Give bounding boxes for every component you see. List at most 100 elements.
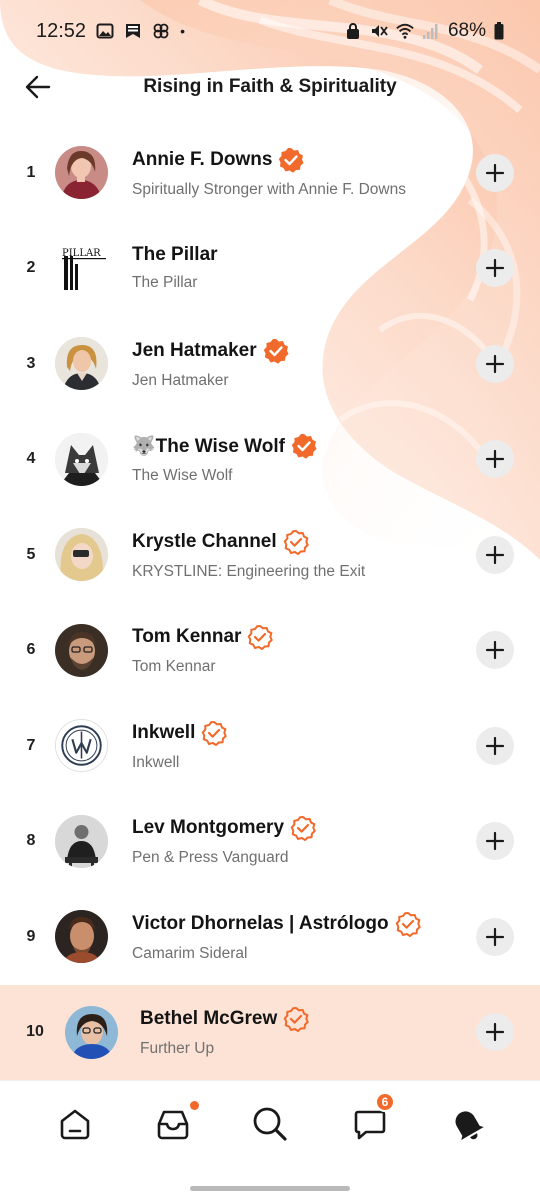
verified-badge-icon — [263, 338, 289, 364]
nav-chat[interactable]: 6 — [345, 1092, 395, 1149]
nav-home[interactable] — [50, 1099, 100, 1149]
pinwheel-icon — [153, 23, 169, 39]
subscribe-button[interactable] — [476, 344, 514, 383]
list-item[interactable]: 4 🐺The Wise Wolf The Wise Wolf — [0, 412, 540, 508]
status-time: 12:52 — [36, 19, 87, 42]
chat-count-badge: 6 — [375, 1092, 395, 1112]
list-item[interactable]: 6 Tom Kennar Tom Kennar — [0, 603, 540, 699]
rank-number: 1 — [26, 163, 36, 181]
avatar[interactable] — [55, 814, 108, 868]
avatar[interactable] — [55, 432, 108, 486]
publication-name: The Pillar — [132, 274, 198, 292]
plus-icon — [485, 545, 505, 564]
bell-icon — [455, 1111, 484, 1141]
rank-number: 4 — [26, 450, 36, 468]
plus-icon — [485, 641, 505, 660]
creator-name[interactable]: Lev Montgomery — [132, 817, 284, 839]
avatar[interactable]: PILLAR — [55, 241, 108, 295]
list-item[interactable]: 2 PILLAR The Pillar The Pillar — [0, 221, 540, 317]
mute-icon — [371, 25, 388, 37]
avatar[interactable] — [55, 146, 108, 200]
subscribe-button[interactable] — [476, 917, 514, 956]
subscribe-button[interactable] — [476, 1013, 514, 1052]
publication-name: KRYSTLINE: Engineering the Exit — [132, 562, 366, 580]
avatar[interactable] — [55, 910, 108, 964]
bottom-nav: 6 — [0, 1080, 540, 1200]
list-item[interactable]: 7 Inkwell Inkwell — [0, 698, 540, 794]
creator-name[interactable]: 🐺The Wise Wolf — [132, 434, 285, 458]
verified-badge-outline-icon — [283, 529, 309, 555]
inbox-unread-dot — [190, 1101, 199, 1110]
list-item[interactable]: 8 Lev Montgomery Pen & Press Vanguard — [0, 794, 540, 890]
plus-icon — [485, 354, 505, 373]
avatar[interactable] — [55, 337, 108, 391]
status-dot: • — [180, 23, 185, 39]
bookmark-icon — [126, 24, 141, 38]
creator-name[interactable]: The Pillar — [132, 244, 218, 266]
rank-number: 7 — [26, 736, 36, 754]
rank-number: 8 — [26, 832, 36, 850]
home-indicator — [190, 1186, 350, 1191]
publication-name: Inkwell — [132, 753, 180, 771]
rank-number: 2 — [26, 259, 36, 277]
lock-icon — [346, 23, 359, 39]
list-item[interactable]: 3 Jen Hatmaker Jen Hatmaker — [0, 316, 540, 412]
inbox-icon — [157, 1110, 189, 1140]
rank-number: 6 — [26, 641, 36, 659]
subscribe-button[interactable] — [476, 822, 514, 861]
subscribe-button[interactable] — [476, 249, 514, 288]
nav-inbox[interactable] — [148, 1099, 199, 1149]
nav-activity[interactable] — [442, 1099, 492, 1149]
rank-number: 5 — [26, 545, 36, 563]
verified-badge-icon — [279, 147, 304, 173]
plus-icon — [485, 832, 505, 851]
avatar[interactable] — [55, 528, 108, 582]
avatar[interactable] — [65, 1005, 118, 1059]
nav-search[interactable] — [245, 1099, 295, 1149]
subscribe-button[interactable] — [476, 440, 514, 479]
creator-name[interactable]: Krystle Channel — [132, 531, 277, 553]
plus-icon — [485, 927, 505, 946]
list-item[interactable]: 1 Annie F. Downs Spiritually Stronger wi… — [0, 125, 540, 221]
pillar-logo-text: PILLAR — [62, 248, 101, 259]
rank-number: 10 — [26, 1023, 44, 1041]
subscribe-button[interactable] — [476, 726, 514, 765]
plus-icon — [485, 736, 505, 755]
list-item[interactable]: 9 Victor Dhornelas | Astrólogo Camarim S… — [0, 889, 540, 985]
creator-name[interactable]: Tom Kennar — [132, 626, 241, 648]
verified-badge-icon — [291, 434, 317, 460]
list-item[interactable]: 5 Krystle Channel KRYSTLINE: Engineering… — [0, 507, 540, 603]
publication-name: The Wise Wolf — [132, 467, 233, 485]
creator-name[interactable]: Bethel McGrew — [140, 1008, 277, 1030]
publication-name: Spiritually Stronger with Annie F. Downs — [132, 180, 406, 198]
creator-name[interactable]: Inkwell — [132, 722, 195, 744]
verified-badge-outline-icon — [283, 1007, 310, 1033]
plus-icon — [485, 163, 505, 182]
publication-name: Tom Kennar — [132, 658, 216, 676]
back-button[interactable] — [22, 71, 54, 103]
avatar[interactable] — [55, 623, 108, 677]
verified-badge-outline-icon — [201, 720, 228, 746]
creator-name[interactable]: Annie F. Downs — [132, 149, 272, 171]
subscribe-button[interactable] — [476, 153, 514, 192]
list-item-highlighted[interactable]: 10 Bethel McGrew Further Up — [0, 984, 540, 1080]
plus-icon — [485, 259, 505, 278]
verified-badge-outline-icon — [290, 816, 316, 842]
avatar[interactable] — [55, 719, 108, 773]
home-icon — [60, 1109, 90, 1140]
subscribe-button[interactable] — [476, 631, 514, 670]
status-bar: 12:52 • 68% — [0, 0, 540, 62]
plus-icon — [485, 1023, 505, 1042]
verified-badge-outline-icon — [248, 625, 274, 651]
subscribe-button[interactable] — [476, 535, 514, 574]
rank-number: 9 — [26, 927, 36, 945]
publication-name: Further Up — [140, 1040, 215, 1058]
creator-name[interactable]: Jen Hatmaker — [132, 340, 257, 362]
verified-badge-outline-icon — [395, 911, 421, 937]
battery-icon — [494, 22, 504, 40]
plus-icon — [485, 450, 505, 469]
image-icon — [96, 23, 114, 39]
publication-name: Camarim Sideral — [132, 944, 248, 962]
creator-name[interactable]: Victor Dhornelas | Astrólogo — [132, 913, 389, 935]
wifi-icon — [396, 23, 414, 39]
